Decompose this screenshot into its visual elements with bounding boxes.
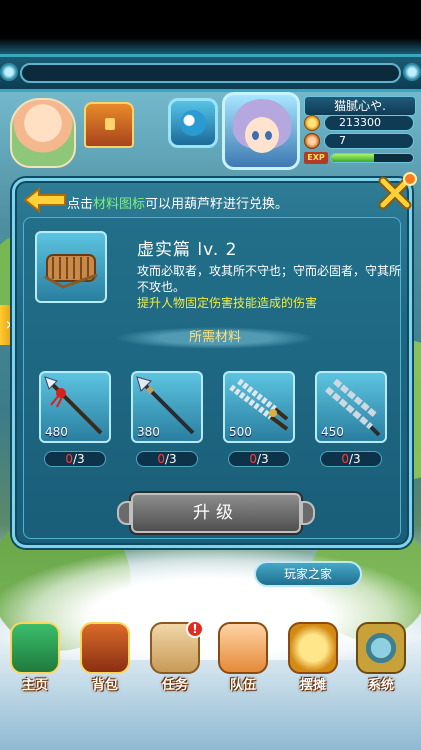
ornament-icon [403, 63, 421, 81]
coin-icon [304, 115, 320, 131]
player-avatar[interactable] [222, 92, 300, 170]
exp-bar: EXP [304, 152, 414, 164]
nav-item-home[interactable]: 主页 [4, 622, 66, 702]
team-icon [218, 622, 268, 674]
nav-label: 队伍 [229, 678, 256, 693]
material-count: 0/3 [320, 451, 382, 467]
ingot-icon [304, 133, 320, 149]
nav-item-stall[interactable]: 摆摊 [282, 622, 344, 702]
coin-stall-icon [288, 622, 338, 674]
material-slot[interactable]: 450 [315, 371, 387, 443]
nav-label: 系统 [367, 678, 394, 693]
upgrade-button[interactable]: 升级 [117, 493, 315, 533]
item-effect: 提升人物固定伤害技能造成的伤害 [137, 296, 318, 310]
notice-input[interactable] [20, 63, 401, 83]
ornament-icon [0, 63, 18, 81]
material-price: 500 [229, 425, 252, 439]
nav-label: 任务 [161, 678, 188, 693]
material-count: 0/3 [44, 451, 106, 467]
skill-item-slot[interactable] [35, 231, 107, 303]
item-description: 攻而必取者，攻其所不守也；守而必固者，守其所不攻也。 [137, 264, 402, 294]
pet-portrait[interactable] [168, 98, 218, 148]
exp-label: EXP [304, 152, 328, 164]
nav-label: 背包 [91, 678, 118, 693]
back-arrow-icon [23, 186, 66, 214]
nav-item-team[interactable]: 队伍 [212, 622, 274, 702]
treasure-chest-icon[interactable] [84, 102, 134, 148]
upgrade-dialog: 点击材料图标可以用葫芦籽进行兑换。 虚实篇 lv. 2 攻而必取者，攻其所不守也… [12, 172, 417, 548]
ingot-row: 7 [304, 133, 414, 149]
community-banner[interactable]: 玩家之家 [254, 561, 362, 587]
coin-row: 213300 [304, 115, 414, 131]
nav-label: 主页 [21, 678, 48, 693]
nav-item-bag[interactable]: 背包 [74, 622, 136, 702]
material-price: 480 [45, 425, 68, 439]
blue-pet-icon [180, 110, 206, 136]
bamboo-scroll-icon [44, 254, 98, 289]
gourd-mascot-icon[interactable] [10, 98, 76, 168]
material-icon-link: 材料图标 [93, 197, 146, 212]
coin-value: 213300 [324, 115, 414, 131]
status-bar-area [0, 0, 421, 54]
item-title: 虚实篇 lv. 2 [137, 240, 238, 260]
gear-icon [356, 622, 406, 674]
material-count: 0/3 [136, 451, 198, 467]
material-price: 450 [321, 425, 344, 439]
top-notice-bar [0, 54, 421, 92]
alert-badge: ! [186, 620, 204, 638]
hint-text: 点击材料图标可以用葫芦籽进行兑换。 [67, 197, 289, 212]
material-slot[interactable]: 480 [39, 371, 111, 443]
nav-item-system[interactable]: 系统 [350, 622, 412, 702]
material-price: 380 [137, 425, 160, 439]
material-slot[interactable]: 380 [131, 371, 203, 443]
chest-bag-icon [80, 622, 130, 674]
player-name: 猫腻心や. [304, 96, 416, 116]
back-button[interactable] [23, 186, 67, 214]
close-x-icon [378, 172, 417, 210]
nav-item-quest[interactable]: ! 任务 [144, 620, 206, 702]
bottom-nav: 主页 背包 ! 任务 队伍 摆摊 系统 [0, 616, 421, 750]
material-slot[interactable]: 500 [223, 371, 295, 443]
close-button[interactable] [377, 171, 417, 211]
nav-label: 摆摊 [299, 678, 326, 693]
home-icon [10, 622, 60, 674]
exp-fill [331, 154, 374, 162]
material-count: 0/3 [228, 451, 290, 467]
materials-header: 所需材料 [115, 327, 315, 349]
ingot-value: 7 [324, 133, 414, 149]
